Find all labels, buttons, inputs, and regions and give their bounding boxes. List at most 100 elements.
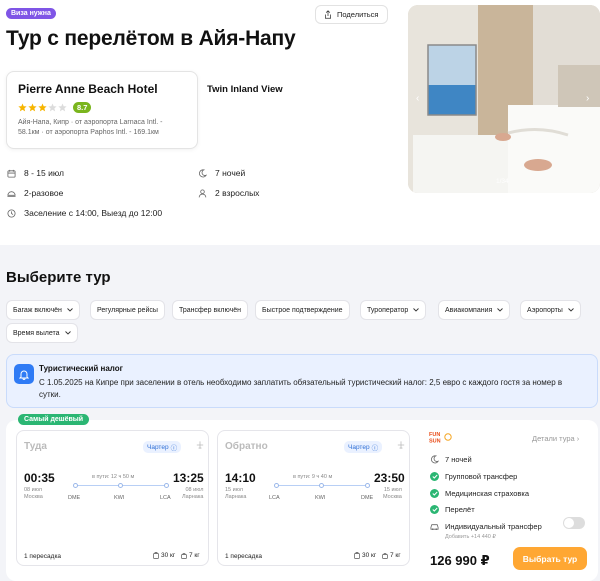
inbound-leg[interactable]: Обратно Чартер ⓘ 14:10 15 июл Ларнака в пу…	[217, 430, 410, 566]
feature-individual-transfer: Индивидуальный трансфер	[430, 522, 542, 531]
svg-text:SUN: SUN	[429, 439, 441, 445]
filter-label: Трансфер включён	[179, 306, 241, 314]
check-icon	[430, 505, 439, 514]
chevron-down-icon	[64, 331, 71, 335]
trip-meals: 2-разовое	[7, 188, 63, 198]
tour-details-link[interactable]: Детали тура ›	[532, 434, 579, 443]
filter-departure-time[interactable]: Время вылета	[6, 323, 78, 343]
arrive-city: Ларнака	[182, 494, 204, 500]
feature-insurance: Медицинская страховка	[430, 489, 529, 498]
leg-direction: Обратно	[225, 441, 268, 452]
chevron-down-icon	[413, 308, 420, 312]
chevron-down-icon	[497, 308, 504, 312]
individual-transfer-toggle[interactable]	[563, 517, 585, 529]
info-icon: ⓘ	[170, 445, 178, 452]
plane-icon	[397, 441, 405, 449]
stops-count: 1 пересадка	[225, 553, 263, 560]
bag-weight: 30 кг	[161, 552, 176, 559]
trip-dates-text: 8 - 15 июл	[24, 168, 64, 178]
share-label: Поделиться	[337, 10, 379, 19]
filter-transfer[interactable]: Трансфер включён	[172, 300, 248, 320]
arrive-city: Москва	[383, 494, 402, 500]
chevron-right-icon: ›	[576, 434, 580, 443]
trip-nights: 7 ночей	[198, 168, 245, 178]
airport-code: DME	[361, 495, 374, 501]
outbound-leg[interactable]: Туда Чартер ⓘ 00:35 08 июл Москва в пути: …	[16, 430, 209, 566]
filter-label: Быстрое подтверждение	[262, 306, 343, 314]
baggage-allowance: 30 кг	[153, 552, 175, 559]
depart-time: 14:10	[225, 471, 256, 485]
moon-icon	[431, 455, 439, 464]
feature-transfer: Групповой трансфер	[430, 472, 517, 481]
hotel-photo[interactable]: ‹ › 1/34	[408, 5, 600, 193]
choose-tour-button[interactable]: Выбрать тур	[513, 547, 587, 570]
feature-label: Индивидуальный трансфер	[445, 522, 542, 531]
suitcase-icon	[153, 552, 159, 559]
charter-badge: Чартер ⓘ	[344, 441, 383, 453]
depart-info: 15 июл Ларнака	[225, 487, 246, 501]
room-photo-image	[408, 5, 600, 193]
hotel-rating-row: 8.7	[18, 102, 187, 113]
arrive-time: 13:25	[173, 471, 204, 485]
plane-icon	[196, 441, 204, 449]
check-icon	[430, 472, 439, 481]
flight-duration: в пути: 9 ч 40 м	[293, 474, 333, 480]
star-empty-icon	[48, 103, 57, 112]
clock-icon	[7, 208, 16, 218]
visa-badge: Виза нужна	[6, 8, 56, 19]
photo-counter: 1/34	[496, 178, 509, 185]
stops-count: 1 пересадка	[24, 553, 62, 560]
filter-label: Время вылета	[13, 329, 60, 337]
meal-icon	[7, 190, 16, 197]
filter-fast-confirm[interactable]: Быстрое подтверждение	[255, 300, 350, 320]
filter-airline[interactable]: Авиакомпания	[438, 300, 511, 320]
trip-guests-text: 2 взрослых	[215, 188, 260, 198]
route-dot	[365, 483, 370, 488]
filter-baggage[interactable]: Багаж включён	[6, 300, 80, 320]
charter-badge: Чартер ⓘ	[143, 441, 182, 453]
depart-info: 08 июл Москва	[24, 487, 43, 501]
hotel-location: Айя-Напа, Кипр · от аэропорта Larnaca In…	[18, 118, 187, 138]
filter-operator[interactable]: Туроператор	[360, 300, 427, 320]
flight-duration: в пути: 12 ч 50 м	[92, 474, 135, 480]
check-icon	[430, 489, 439, 498]
hand-luggage: 7 кг	[181, 552, 200, 559]
hotel-header-section: Виза нужна Поделиться Тур с перелётом в …	[0, 0, 600, 232]
choose-tour-title: Выберите тур	[6, 269, 111, 286]
arrive-date: 15 июл	[383, 487, 402, 493]
baggage-allowance: 30 кг	[354, 552, 376, 559]
handbag-icon	[181, 553, 187, 559]
hotel-name: Pierre Anne Beach Hotel	[18, 82, 158, 96]
page-title: Тур с перелётом в Айя-Напу	[6, 27, 296, 50]
route-dot	[319, 483, 324, 488]
tour-price: 126 990 ₽	[430, 553, 490, 568]
hand-weight: 7 кг	[189, 552, 200, 559]
guests-icon	[198, 188, 207, 197]
trip-dates: 8 - 15 июл	[7, 168, 64, 178]
star-empty-icon	[58, 103, 67, 112]
filter-label: Регулярные рейсы	[97, 306, 158, 314]
filter-regular-flights[interactable]: Регулярные рейсы	[90, 300, 165, 320]
hotel-card[interactable]: Pierre Anne Beach Hotel 8.7 Айя-Напа, Ки…	[6, 71, 198, 149]
handbag-icon	[382, 553, 388, 559]
trip-checkin: Заселение с 14:00, Выезд до 12:00	[7, 208, 162, 218]
trip-meals-text: 2-разовое	[24, 188, 64, 198]
depart-city: Москва	[24, 494, 43, 500]
feature-label: Групповой трансфер	[445, 472, 518, 481]
photo-next-icon[interactable]: ›	[586, 93, 589, 104]
photo-prev-icon[interactable]: ‹	[416, 93, 419, 104]
info-icon: ⓘ	[371, 445, 379, 452]
tour-offer-card: Туда Чартер ⓘ 00:35 08 июл Москва в пути: …	[6, 420, 598, 581]
star-icon	[28, 103, 37, 112]
share-button[interactable]: Поделиться	[315, 5, 388, 24]
airport-code: KWI	[114, 495, 125, 501]
charter-label: Чартер	[147, 443, 169, 451]
star-icon	[18, 103, 27, 112]
depart-date: 08 июл	[24, 487, 42, 493]
feature-nights: 7 ночей	[430, 455, 472, 464]
filter-airports[interactable]: Аэропорты	[520, 300, 581, 320]
route-dot	[118, 483, 123, 488]
star-icon	[38, 103, 47, 112]
airport-code: KWI	[315, 495, 326, 501]
hand-luggage: 7 кг	[382, 552, 401, 559]
